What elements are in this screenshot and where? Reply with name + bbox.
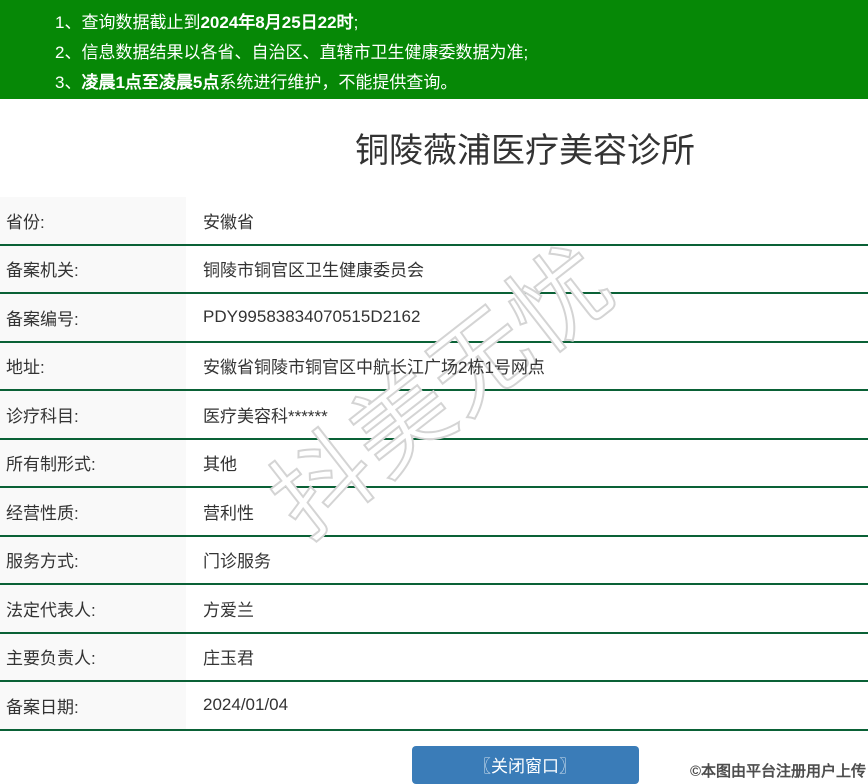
page-title: 铜陵薇浦医疗美容诊所 [355, 132, 695, 170]
row-value: 营利性 [203, 503, 254, 523]
notice-number: 2、 [55, 43, 82, 62]
info-table: 省份: 安徽省 备案机关: 铜陵市铜官区卫生健康委员会 备案编号: PDY995… [0, 197, 868, 731]
table-row-service-mode: 服务方式: 门诊服务 [0, 536, 868, 585]
notice-item-1: 1、查询数据截止到2024年8月25日22时; [55, 13, 359, 32]
notice-banner: 1、查询数据截止到2024年8月25日22时; 2、信息数据结果以各省、自治区、… [0, 0, 868, 99]
table-row-record-number: 备案编号: PDY99583834070515D2162 [0, 294, 868, 343]
close-window-button[interactable]: 〖关闭窗口〗 [411, 745, 639, 784]
row-value: 安徽省铜陵市铜官区中航长江广场2栋1号网点 [203, 358, 545, 378]
table-row-business-nature: 经营性质: 营利性 [0, 488, 868, 537]
row-label: 备案机关: [0, 245, 186, 292]
row-value: 其他 [203, 455, 237, 475]
row-value: 铜陵市铜官区卫生健康委员会 [203, 261, 424, 281]
row-value: 庄玉君 [203, 649, 254, 669]
row-label: 所有制形式: [0, 439, 186, 486]
table-row-province: 省份: 安徽省 [0, 197, 868, 246]
notice-item-3: 3、凌晨1点至凌晨5点系统进行维护，不能提供查询。 [55, 73, 458, 92]
row-value: PDY99583834070515D2162 [203, 307, 421, 327]
row-label: 法定代表人: [0, 585, 186, 632]
row-label: 备案日期: [0, 682, 186, 729]
row-label: 主要负责人: [0, 633, 186, 680]
content-area: 铜陵薇浦医疗美容诊所 省份: 安徽省 备案机关: 铜陵市铜官区卫生健康委员会 备… [0, 129, 868, 784]
table-row-ownership: 所有制形式: 其他 [0, 439, 868, 488]
notice-number: 1、 [55, 13, 82, 32]
row-value: 2024/01/04 [203, 695, 289, 715]
row-value: 医疗美容科****** [203, 406, 328, 426]
row-label: 诊疗科目: [0, 391, 186, 438]
row-label: 省份: [0, 197, 186, 244]
row-label: 服务方式: [0, 536, 186, 583]
table-row-authority: 备案机关: 铜陵市铜官区卫生健康委员会 [0, 245, 868, 294]
row-value: 方爱兰 [203, 600, 254, 620]
row-label: 备案编号: [0, 294, 186, 341]
table-row-treatment-subjects: 诊疗科目: 医疗美容科****** [0, 391, 868, 440]
upload-credit-watermark: ©本图由平台注册用户上传 [689, 763, 866, 780]
row-label: 地址: [0, 342, 186, 389]
table-row-address: 地址: 安徽省铜陵市铜官区中航长江广场2栋1号网点 [0, 342, 868, 391]
row-label: 经营性质: [0, 488, 186, 535]
notice-number: 3、 [55, 73, 82, 92]
row-value: 门诊服务 [203, 552, 271, 572]
notice-item-2: 2、信息数据结果以各省、自治区、直辖市卫生健康委数据为准; [55, 43, 529, 62]
row-value: 安徽省 [203, 212, 254, 232]
table-row-record-date: 备案日期: 2024/01/04 [0, 682, 868, 731]
table-row-person-in-charge: 主要负责人: 庄玉君 [0, 633, 868, 682]
table-row-legal-representative: 法定代表人: 方爱兰 [0, 585, 868, 634]
